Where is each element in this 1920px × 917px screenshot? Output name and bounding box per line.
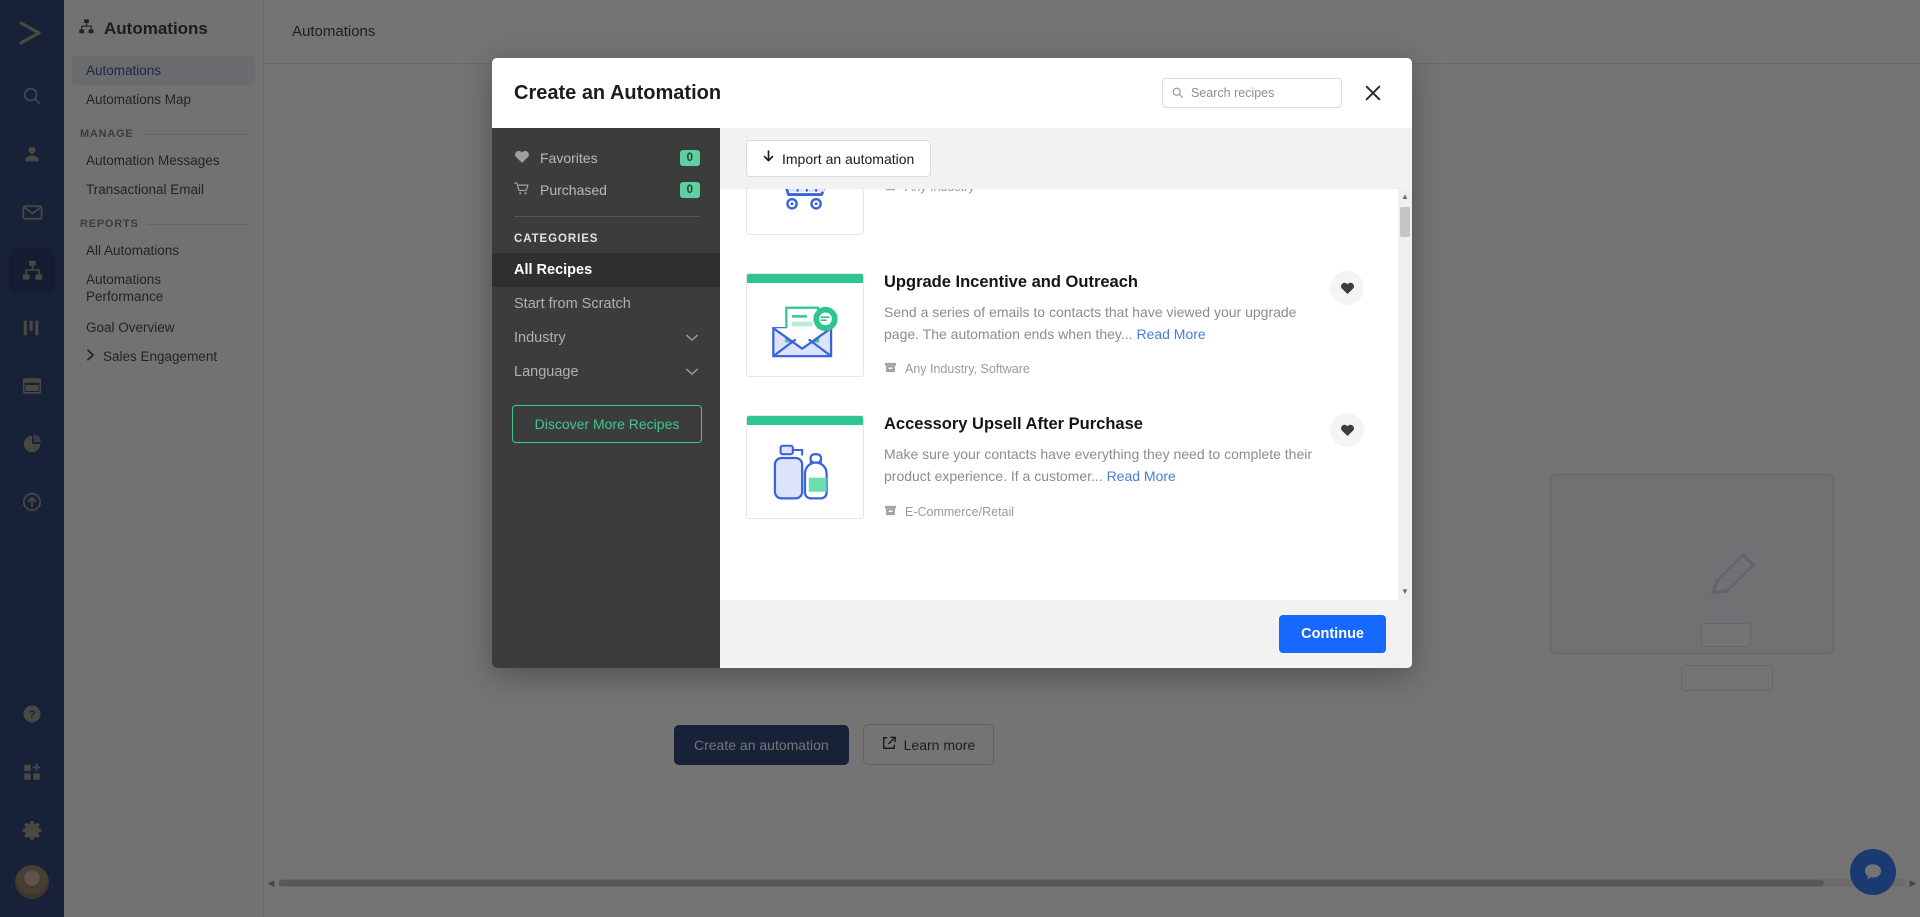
archive-box-icon [884, 504, 897, 520]
read-more-link[interactable]: Read More [1107, 468, 1176, 484]
modal-nav-start-from-scratch-label: Start from Scratch [514, 296, 698, 312]
create-automation-modal: Create an Automation Favorites 0 [492, 58, 1412, 668]
recipes-vertical-scrollbar[interactable]: ▲ ▼ [1398, 189, 1412, 600]
continue-button[interactable]: Continue [1279, 615, 1386, 653]
recipe-industry-label: Any Industry, Software [905, 362, 1030, 376]
recipe-meta: Any Industry, Software [884, 361, 1312, 377]
recipe-card[interactable]: Accessory Upsell After Purchase Make sur… [746, 399, 1372, 541]
heart-icon [514, 149, 530, 167]
modal-body: Favorites 0 Purchased 0 CATEGORIES All R… [492, 128, 1412, 668]
modal-nav-language-label: Language [514, 364, 686, 380]
recipe-card[interactable]: Upgrade Incentive and Outreach Send a se… [746, 257, 1372, 399]
recipe-thumbnail [746, 415, 864, 519]
scrollbar-thumb[interactable] [1400, 207, 1410, 237]
recipe-thumbnail [746, 273, 864, 377]
recipe-info: Upgrade Incentive and Outreach Send a se… [884, 273, 1372, 377]
recipes-list: reminder" email. This automation will...… [720, 189, 1398, 600]
favorite-button[interactable] [1330, 271, 1364, 305]
search-icon [1171, 86, 1184, 99]
modal-nav-industry[interactable]: Industry [492, 321, 720, 355]
modal-nav-language[interactable]: Language [492, 355, 720, 389]
recipe-description: Make sure your contacts have everything … [884, 444, 1312, 487]
search-input[interactable] [1191, 86, 1341, 100]
recipes-scroll-content: reminder" email. This automation will...… [746, 189, 1372, 542]
recipe-info: Accessory Upsell After Purchase Make sur… [884, 415, 1372, 519]
thumb-accent-bar [747, 416, 863, 425]
bottles-art [747, 425, 863, 519]
scroll-up-arrow[interactable]: ▲ [1401, 193, 1409, 201]
recipe-industry-label: E-Commerce/Retail [905, 505, 1014, 519]
modal-nav-categories-header: CATEGORIES [492, 221, 720, 253]
modal-footer: Continue [720, 600, 1412, 668]
recipe-description: Send a series of emails to contacts that… [884, 302, 1312, 345]
envelope-document-art [747, 283, 863, 377]
import-bar: Import an automation [720, 128, 1412, 189]
recipe-description-text: Send a series of emails to contacts that… [884, 304, 1296, 342]
search-recipes-box[interactable] [1162, 78, 1342, 108]
recipe-info: reminder" email. This automation will...… [884, 189, 1372, 235]
recipes-list-wrapper: reminder" email. This automation will...… [720, 189, 1412, 600]
chevron-down-icon [686, 330, 698, 346]
chevron-down-icon [686, 364, 698, 380]
modal-sidebar: Favorites 0 Purchased 0 CATEGORIES All R… [492, 128, 720, 668]
divider [514, 216, 700, 217]
archive-box-icon [884, 189, 897, 195]
modal-title: Create an Automation [514, 82, 721, 105]
purchased-count-badge: 0 [680, 182, 700, 198]
archive-box-icon [884, 361, 897, 377]
recipe-thumbnail [746, 189, 864, 235]
import-button-label: Import an automation [782, 151, 914, 167]
shopping-cart-art [747, 189, 863, 235]
shopping-cart-icon [514, 181, 530, 199]
modal-nav-favorites[interactable]: Favorites 0 [492, 142, 720, 174]
recipe-title: Upgrade Incentive and Outreach [884, 273, 1312, 292]
recipe-meta: Any Industry [884, 189, 1312, 195]
modal-nav-all-recipes-label: All Recipes [514, 262, 698, 278]
discover-more-recipes-button[interactable]: Discover More Recipes [512, 405, 702, 443]
modal-nav-all-recipes[interactable]: All Recipes [492, 253, 720, 287]
recipe-title: Accessory Upsell After Purchase [884, 415, 1312, 434]
recipe-industry-label: Any Industry [905, 189, 974, 194]
modal-nav-purchased-label: Purchased [540, 182, 670, 198]
thumb-accent-bar [747, 274, 863, 283]
modal-nav-start-from-scratch[interactable]: Start from Scratch [492, 287, 720, 321]
close-icon[interactable] [1360, 80, 1386, 106]
modal-nav-favorites-label: Favorites [540, 150, 670, 166]
scroll-down-arrow[interactable]: ▼ [1401, 588, 1409, 596]
favorites-count-badge: 0 [680, 150, 700, 166]
modal-header: Create an Automation [492, 58, 1412, 128]
recipe-meta: E-Commerce/Retail [884, 504, 1312, 520]
download-arrow-icon [763, 150, 774, 167]
modal-nav-purchased[interactable]: Purchased 0 [492, 174, 720, 206]
import-an-automation-button[interactable]: Import an automation [746, 140, 931, 177]
recipe-card[interactable]: reminder" email. This automation will...… [746, 189, 1372, 257]
modal-nav-industry-label: Industry [514, 330, 686, 346]
modal-main: Import an automation [720, 128, 1412, 668]
read-more-link[interactable]: Read More [1136, 326, 1205, 342]
recipe-description-text: Make sure your contacts have everything … [884, 446, 1312, 484]
app-root: ? Automations Automations Automations Ma… [0, 0, 1920, 917]
